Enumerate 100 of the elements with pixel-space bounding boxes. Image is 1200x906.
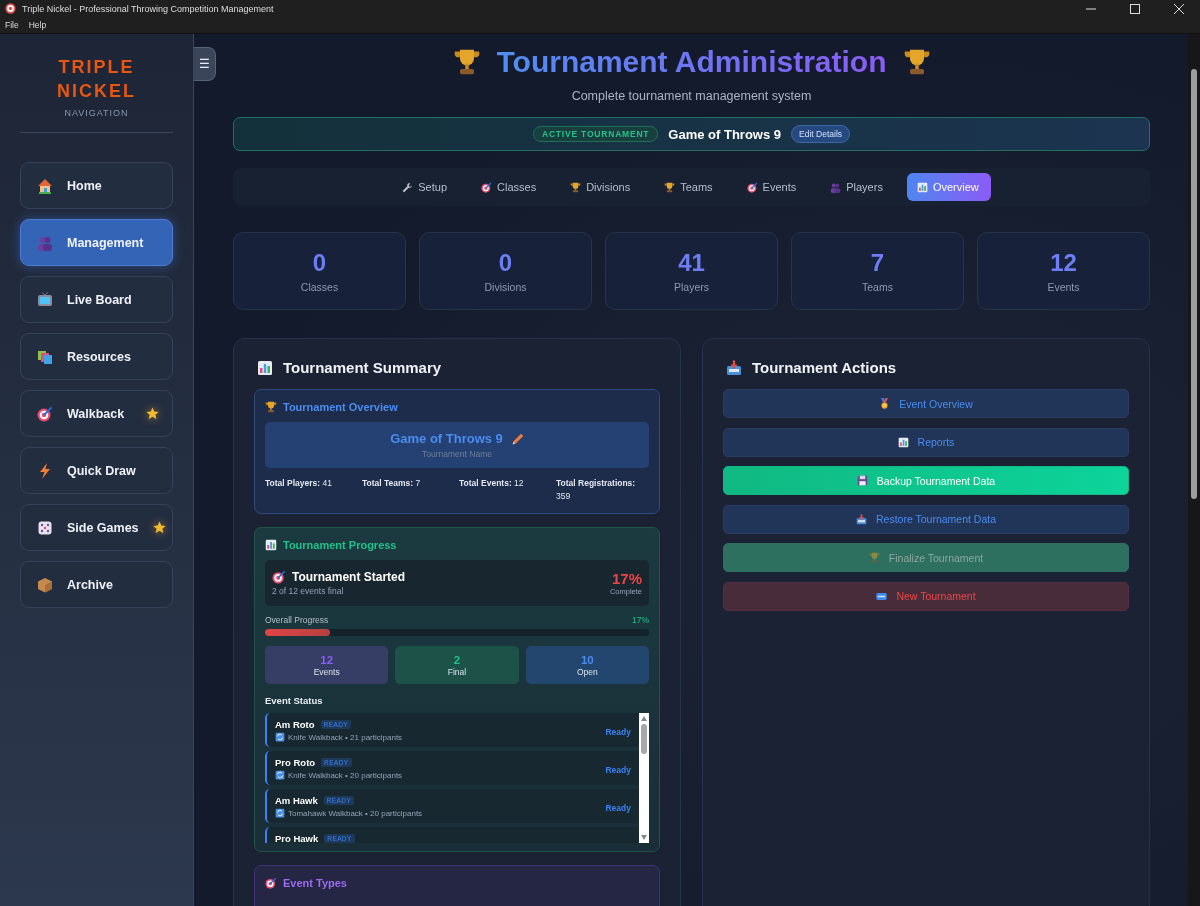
tab[interactable]: Divisions — [560, 173, 643, 201]
medal-icon — [879, 398, 891, 409]
event-name: Pro Hawk — [275, 833, 319, 843]
nav-item[interactable]: Home — [20, 162, 173, 209]
arrows-icon — [275, 732, 285, 742]
inbox-icon — [726, 359, 742, 376]
trophy-icon — [452, 48, 481, 76]
nav-item[interactable]: Side Games — [20, 504, 173, 551]
tab[interactable]: Players — [820, 173, 895, 201]
action-button[interactable]: Event Overview — [723, 389, 1129, 418]
tab[interactable]: Events — [736, 173, 809, 201]
count-label: Events — [313, 666, 340, 677]
tournament-name: Game of Throws 9 — [668, 126, 782, 142]
box-icon — [37, 576, 53, 593]
chart-icon — [897, 436, 909, 448]
nav-item[interactable]: Management — [20, 219, 173, 266]
nav-item[interactable]: Walkback — [20, 390, 173, 437]
window-title: Triple Nickel - Professional Throwing Competition Management — [22, 3, 275, 14]
menu-toggle-button[interactable]: ☰ — [194, 47, 216, 81]
nav-item[interactable]: Resources — [20, 333, 173, 380]
total-stat: Total Events: 12 — [459, 477, 525, 490]
nav-item[interactable]: Archive — [20, 561, 173, 608]
page-subtitle: Complete tournament management system — [570, 88, 813, 104]
trophy-icon — [902, 48, 931, 76]
tab[interactable]: Setup — [392, 173, 459, 201]
event-detail: Tomahawk Walkback • 20 participants — [288, 808, 423, 818]
scrollbar[interactable] — [639, 713, 649, 843]
brand-name: TRIPLE — [58, 56, 135, 79]
event-status: Ready — [605, 803, 631, 813]
panel-title: Tournament Actions — [752, 359, 897, 376]
stat-label: Divisions — [484, 281, 527, 293]
scroll-thumb[interactable] — [1191, 69, 1197, 499]
wrench-icon — [402, 181, 414, 193]
target-icon — [265, 877, 277, 889]
target-icon — [746, 181, 758, 193]
scroll-down-icon[interactable] — [641, 835, 647, 840]
edit-details-button[interactable]: Edit Details — [791, 125, 851, 143]
stat-label: Teams — [862, 281, 893, 293]
app-icon — [5, 3, 16, 14]
target-icon — [272, 570, 286, 584]
house-icon — [37, 177, 53, 194]
panel-title: Tournament Summary — [283, 359, 442, 376]
status-title: Tournament Started — [292, 570, 406, 584]
count-label: Final — [447, 666, 467, 677]
total-stat: Total Players: 41 — [265, 477, 333, 490]
target-icon — [37, 405, 53, 422]
event-detail: Knife Walkback • 21 participants — [288, 732, 403, 742]
event-status: Ready — [605, 765, 631, 775]
menu-item[interactable]: Help — [28, 20, 47, 30]
trophy-icon — [265, 401, 277, 413]
count-value: 12 — [320, 653, 334, 666]
section-title: Tournament Overview — [283, 401, 398, 413]
tab[interactable]: Overview — [906, 173, 991, 201]
scrollbar[interactable] — [1188, 34, 1200, 906]
trophy-icon — [868, 552, 880, 564]
maximize-icon[interactable] — [1130, 3, 1140, 14]
section-title: Tournament Progress — [283, 539, 397, 551]
stat-value: 0 — [312, 249, 327, 277]
trophy-icon — [664, 181, 676, 193]
dice-icon — [37, 519, 53, 536]
nav-item[interactable]: Live Board — [20, 276, 173, 323]
brand-name: NICKEL — [57, 80, 136, 103]
count-label: Open — [576, 666, 598, 677]
status-badge: ACTIVE TOURNAMENT — [532, 126, 659, 142]
event-detail: Knife Walkback • 20 participants — [288, 770, 403, 780]
tab[interactable]: Teams — [654, 173, 725, 201]
stat-value: 12 — [1050, 249, 1077, 277]
nav-item[interactable]: Quick Draw — [20, 447, 173, 494]
chart-icon — [265, 539, 277, 551]
inbox-icon — [855, 513, 867, 525]
people-icon — [830, 181, 842, 193]
tab[interactable]: Classes — [471, 173, 549, 201]
action-button[interactable]: Reports — [723, 427, 1129, 457]
lightning-icon — [37, 462, 53, 479]
stat-value: 7 — [870, 249, 885, 277]
tv-icon — [37, 291, 53, 308]
close-icon[interactable] — [1174, 3, 1184, 14]
people-icon — [37, 234, 53, 251]
scroll-up-icon[interactable] — [641, 716, 647, 721]
total-stat: Total Teams: 7 — [362, 477, 422, 490]
trophy-icon — [570, 181, 582, 193]
scroll-thumb[interactable] — [641, 724, 647, 754]
event-name: Am Hawk — [275, 795, 318, 806]
action-button[interactable]: Restore Tournament Data — [723, 504, 1129, 534]
status-detail: 2 of 12 events final — [272, 586, 345, 596]
percent-value: 17% — [611, 570, 642, 587]
menu-item[interactable]: File — [5, 20, 19, 30]
total-stat: Total Registrations: 359 — [556, 477, 637, 503]
name-caption: Tournament Name — [422, 449, 492, 459]
stat-label: Players — [674, 281, 709, 293]
progress-reading: 17% — [632, 615, 649, 625]
target-icon — [481, 181, 492, 193]
tournament-name: Game of Throws 9 — [390, 431, 503, 446]
chart-icon — [257, 359, 273, 376]
arrows-icon — [275, 808, 285, 818]
event-status: Ready — [605, 727, 631, 737]
arrows-icon — [275, 770, 285, 780]
pencil-icon — [511, 432, 524, 445]
event-name: Am Roto — [275, 719, 315, 730]
floppy-icon — [856, 475, 868, 487]
